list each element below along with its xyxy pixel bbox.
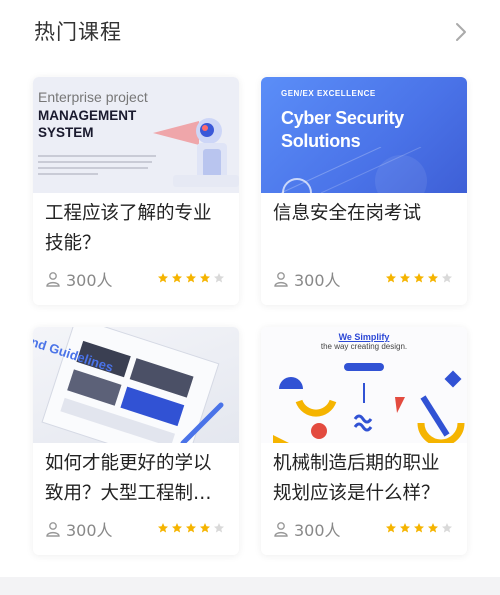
- user-icon: [274, 272, 288, 287]
- enrolled-count: 300人: [66, 521, 113, 540]
- course-title: 机械制造后期的职业规划应该是什么样？: [273, 453, 440, 504]
- course-card[interactable]: nd Guidelines 如何才能更好的学以致用？大型工程制… 300人: [33, 327, 239, 555]
- thumb-heading-line: Cyber Security: [281, 108, 404, 128]
- enrollment: 300人: [273, 268, 341, 290]
- course-title: 工程应该了解的专业技能？: [45, 203, 212, 254]
- star-icon: [428, 273, 438, 283]
- chevron-right-icon[interactable]: [450, 20, 470, 44]
- thumb-heading: MANAGEMENT SYSTEM: [38, 107, 136, 141]
- thumb-text: GEN/EX EXCELLENCE: [281, 89, 376, 98]
- star-icon: [158, 273, 168, 283]
- course-card[interactable]: We Simplify the way creating design. 机械制…: [261, 327, 467, 555]
- star-icon: [200, 523, 210, 533]
- enrolled-count: 300人: [66, 271, 113, 290]
- course-card[interactable]: Enterprise project MANAGEMENT SYSTEM 工程应…: [33, 77, 239, 305]
- section-title: 热门课程: [34, 20, 122, 44]
- star-icon: [172, 523, 182, 533]
- thumb-heading-line: MANAGEMENT: [38, 108, 137, 123]
- enrollment: 300人: [45, 268, 113, 290]
- user-icon: [46, 272, 60, 287]
- rating-stars: [385, 522, 453, 534]
- user-icon: [46, 522, 60, 537]
- footer-bar: [0, 577, 500, 595]
- rating-stars: [157, 522, 225, 534]
- star-icon: [414, 273, 424, 283]
- course-thumbnail: Enterprise project MANAGEMENT SYSTEM: [33, 77, 239, 193]
- star-icon: [442, 273, 452, 283]
- course-card[interactable]: GEN/EX EXCELLENCE Cyber Security Solutio…: [261, 77, 467, 305]
- decorative-lines: [280, 147, 427, 193]
- star-icon: [214, 273, 224, 283]
- rating-stars: [157, 272, 225, 284]
- course-title: 如何才能更好的学以致用？大型工程制…: [45, 453, 212, 504]
- star-icon: [214, 523, 224, 533]
- geometric-shapes-illustration: [273, 363, 465, 443]
- star-icon: [172, 273, 182, 283]
- star-icon: [400, 523, 410, 533]
- enrollment: 300人: [273, 518, 341, 540]
- star-icon: [428, 523, 438, 533]
- enrolled-count: 300人: [294, 271, 341, 290]
- course-thumbnail: We Simplify the way creating design.: [261, 327, 467, 443]
- star-icon: [386, 523, 396, 533]
- enrollment: 300人: [45, 518, 113, 540]
- rating-stars: [385, 272, 453, 284]
- user-icon: [274, 522, 288, 537]
- course-title: 信息安全在岗考试: [273, 203, 422, 224]
- course-thumbnail: nd Guidelines: [33, 327, 239, 443]
- thumb-heading-line: SYSTEM: [38, 125, 94, 140]
- thumb-text: Enterprise project: [38, 89, 148, 105]
- star-icon: [386, 273, 396, 283]
- section-header: 热门课程: [0, 0, 500, 62]
- star-icon: [400, 273, 410, 283]
- course-thumbnail: GEN/EX EXCELLENCE Cyber Security Solutio…: [261, 77, 467, 193]
- enrolled-count: 300人: [294, 521, 341, 540]
- star-icon: [200, 273, 210, 283]
- star-icon: [442, 523, 452, 533]
- star-icon: [158, 523, 168, 533]
- star-icon: [186, 523, 196, 533]
- scanner-illustration: [153, 118, 239, 187]
- star-icon: [414, 523, 424, 533]
- star-icon: [186, 273, 196, 283]
